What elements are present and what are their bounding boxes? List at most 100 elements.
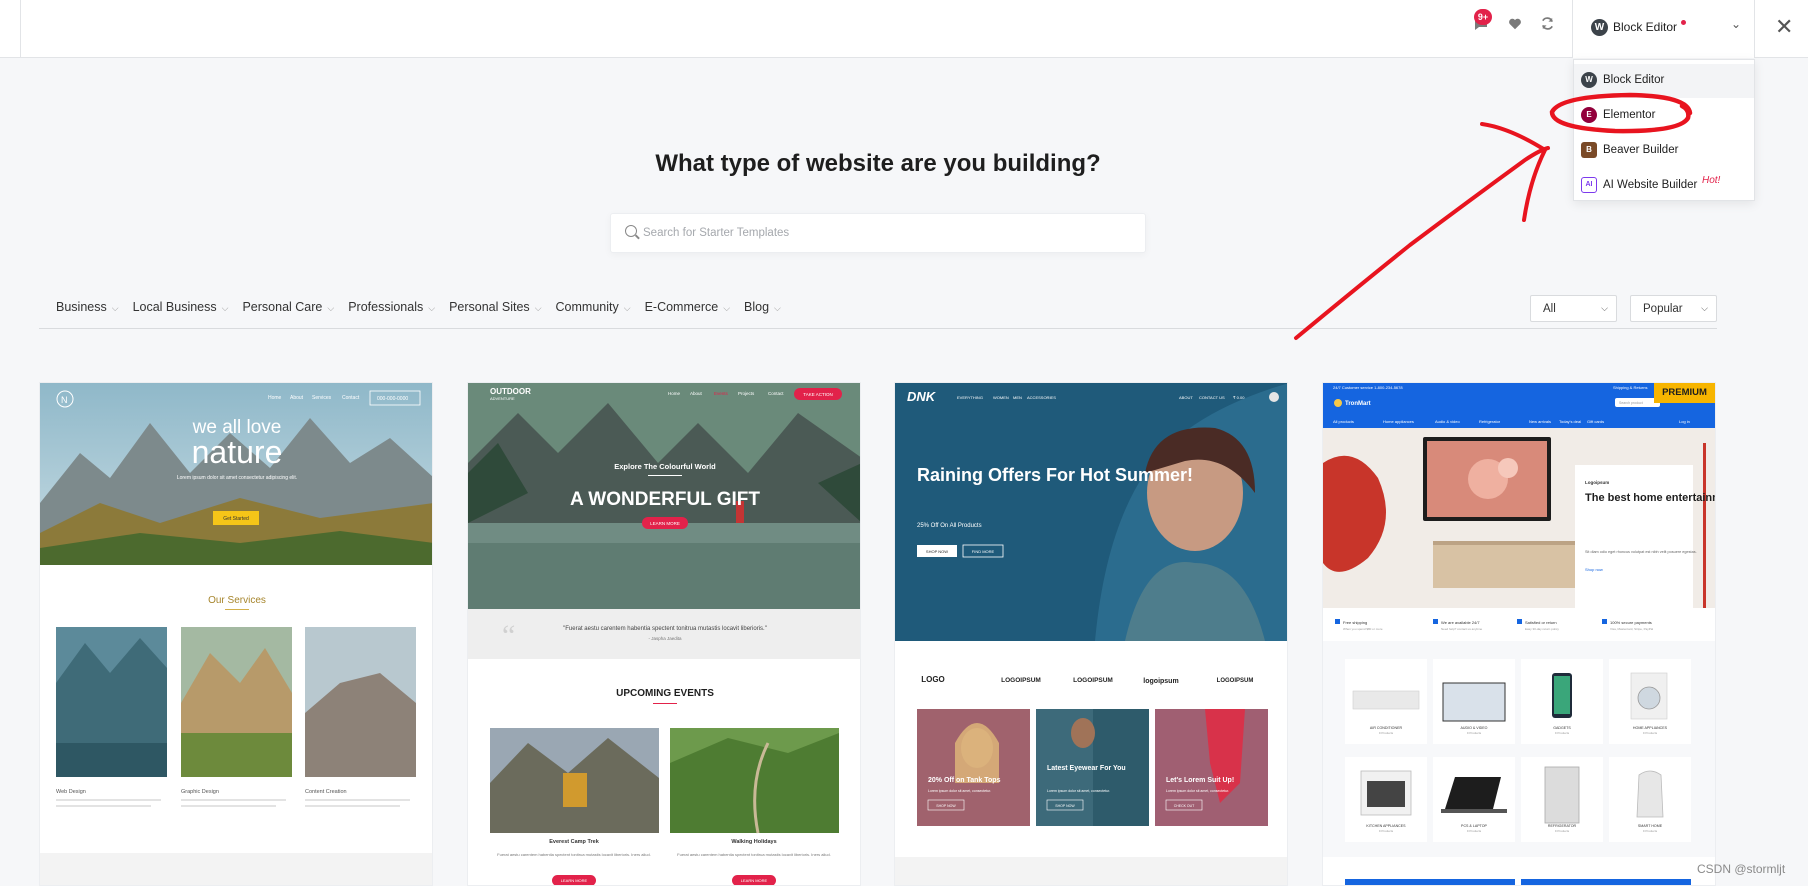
template-card-tronmart[interactable]: 24/7 Customer service 1-800-234-5678 Shi… xyxy=(1322,382,1716,886)
preview-promo-button: SHOP NOW xyxy=(1055,804,1075,808)
preview-top-left: 24/7 Customer service 1-800-234-5678 xyxy=(1333,385,1403,390)
preview-promo-title: 20% Off on Tank Tops xyxy=(928,777,1001,784)
preview-promo-button: SHOP NOW xyxy=(936,804,956,808)
template-card-outdoor-adventure[interactable]: OUTDOOR ADVENTURE Home About Events Proj… xyxy=(467,382,861,886)
chevron-down-icon: ⌵ xyxy=(428,303,436,313)
preview-product-title: PCS & LAPTOP xyxy=(1461,824,1488,828)
preview-quote-author: - Jaspha Jaedita xyxy=(648,636,682,641)
preview-hero-title: Raining Offers For Hot Summer! xyxy=(917,465,1193,485)
menu-item-label: Elementor xyxy=(1603,109,1656,121)
preview-menu-item: Home appliances xyxy=(1383,419,1414,424)
sync-refresh-icon[interactable] xyxy=(1536,16,1558,38)
search-input[interactable] xyxy=(643,223,1123,243)
category-personal-care[interactable]: Personal Care ⌵ xyxy=(242,300,334,320)
preview-feature-text: Easy 30-day return policy xyxy=(1525,627,1559,631)
preview-product-title: GADGETS xyxy=(1553,726,1571,730)
chevron-down-icon: ⌵ xyxy=(1601,303,1608,313)
elementor-icon: E xyxy=(1581,107,1597,123)
preview-event-text: Fuerat aestu carentem habentia spectent … xyxy=(497,852,651,857)
category-label: Local Business xyxy=(132,300,217,314)
preview-hero-small: Explore The Colourful World xyxy=(614,462,716,471)
preview-section-title: UPCOMING EVENTS xyxy=(616,688,714,699)
chevron-down-icon: ⌵ xyxy=(723,303,731,313)
preview-logo-sub: ADVENTURE xyxy=(490,396,515,401)
preview-product-title: AIR CONDITIONER xyxy=(1370,726,1403,730)
page-builder-select-label: Block Editor xyxy=(1613,20,1678,34)
preview-feature-text: Visa, Mastercard, Stripe, PayPal xyxy=(1610,627,1653,631)
preview-nav-item: Projects xyxy=(738,391,755,396)
preview-promo-text: Lorem ipsum dolor sit amet, consectetur. xyxy=(1047,789,1110,793)
category-nav: Business ⌵ Local Business ⌵ Personal Care ⌵… xyxy=(56,300,795,320)
preview-nav-item: Events xyxy=(714,391,729,396)
watermark: CSDN @stormljt xyxy=(1697,862,1786,876)
preview-nav-item: Contact xyxy=(342,395,360,401)
new-indicator-dot xyxy=(1681,20,1686,25)
top-bar: 9+ Block Editor ⌄ ✕ xyxy=(0,0,1808,58)
page-builder-menu: W Block Editor E Elementor B Beaver Buil… xyxy=(1573,59,1755,201)
template-card-nature[interactable]: N Home About Services Contact 000-000-00… xyxy=(39,382,433,886)
preview-partner-logo: logoipsum xyxy=(1143,678,1178,685)
preview-cart-total: ₹ 0.00 xyxy=(1233,395,1245,400)
preview-search: Search product xyxy=(1619,401,1643,405)
preview-partner-logo: LOGOIPSUM xyxy=(1217,678,1254,684)
preview-product-count: 9 Products xyxy=(1379,829,1394,833)
category-label: Personal Care xyxy=(242,300,323,314)
notification-badge: 9+ xyxy=(1474,9,1492,25)
preview-feature-text: When you spend $80 or more xyxy=(1343,627,1383,631)
preview-nav-item: Home xyxy=(268,395,282,401)
preview-nav-item: ABOUT xyxy=(1179,395,1193,400)
chevron-down-icon: ⌵ xyxy=(623,303,631,313)
top-bar-divider xyxy=(20,0,21,58)
preview-nav-item: ACCESSORIES xyxy=(1027,395,1056,400)
template-preview-outdoor-adventure: OUTDOOR ADVENTURE Home About Events Proj… xyxy=(468,383,860,885)
chevron-down-icon: ⌵ xyxy=(1701,303,1708,313)
preview-nav-item: About xyxy=(690,391,703,396)
preview-promo-button: CHECK OUT xyxy=(1174,804,1195,808)
preview-hero-big: nature xyxy=(192,434,283,470)
preview-hero-button: FIND MORE xyxy=(972,549,995,554)
chevron-down-icon: ⌵ xyxy=(327,303,335,313)
category-label: Community xyxy=(555,300,619,314)
favorites-heart-icon[interactable] xyxy=(1504,16,1526,38)
preview-hero-title: The best home entertainment system is he… xyxy=(1585,492,1716,504)
preview-menu-item: New arrivals xyxy=(1529,419,1551,424)
preview-promo-text: Lorem ipsum dolor sit amet, consectetur. xyxy=(928,789,991,793)
preview-hero-big: A WONDERFUL GIFT xyxy=(570,489,760,510)
preview-section-title: Our Services xyxy=(208,595,266,606)
preview-menu-item: Refrigerator xyxy=(1479,419,1501,424)
preview-login: Log in xyxy=(1679,419,1690,424)
menu-item-elementor[interactable]: E Elementor xyxy=(1574,99,1754,133)
preview-logo: TronMart xyxy=(1345,401,1371,407)
preview-feature-title: We are available 24/7 xyxy=(1441,620,1480,625)
category-local-business[interactable]: Local Business ⌵ xyxy=(133,300,229,320)
category-blog[interactable]: Blog ⌵ xyxy=(744,300,781,320)
preview-hero-sub: 25% Off On All Products xyxy=(917,523,982,529)
template-search[interactable] xyxy=(610,213,1146,253)
template-card-dnk[interactable]: DNK EVERYTHING WOMEN MEN ACCESSORIES ABO… xyxy=(894,382,1288,886)
category-label: Business xyxy=(56,300,107,314)
preview-product-count: 9 Products xyxy=(1467,731,1482,735)
sort-select[interactable]: Popular ⌵ xyxy=(1630,295,1717,322)
preview-hero-brand: Logoipsum xyxy=(1585,480,1609,485)
menu-item-block-editor[interactable]: W Block Editor xyxy=(1574,64,1754,98)
preview-nav-item: EVERYTHING xyxy=(957,395,983,400)
preview-menu-item: Gift cards xyxy=(1587,419,1604,424)
preview-product-title: KITCHEN APPLIANCES xyxy=(1366,824,1406,828)
page-title: What type of website are you building? xyxy=(655,150,1101,177)
category-professionals[interactable]: Professionals ⌵ xyxy=(348,300,435,320)
category-personal-sites[interactable]: Personal Sites ⌵ xyxy=(449,300,541,320)
page-builder-select[interactable]: Block Editor ⌄ xyxy=(1572,0,1755,58)
close-icon[interactable]: ✕ xyxy=(1775,14,1793,40)
preview-quote: "Fuerat aestu carentem habentia spectent… xyxy=(563,626,767,632)
chevron-down-icon: ⌵ xyxy=(774,303,781,313)
preview-product-count: 9 Products xyxy=(1467,829,1482,833)
category-community[interactable]: Community ⌵ xyxy=(556,300,631,320)
preview-promo-text: Lorem ipsum dolor sit amet, consectetur. xyxy=(1166,789,1229,793)
search-icon xyxy=(625,225,637,237)
type-filter-select[interactable]: All ⌵ xyxy=(1530,295,1617,322)
template-preview-dnk: DNK EVERYTHING WOMEN MEN ACCESSORIES ABO… xyxy=(895,383,1287,885)
wordpress-icon xyxy=(1591,19,1608,36)
category-e-commerce[interactable]: E-Commerce ⌵ xyxy=(645,300,730,320)
preview-hero-button: SHOP NOW xyxy=(926,549,948,554)
category-business[interactable]: Business ⌵ xyxy=(56,300,119,320)
